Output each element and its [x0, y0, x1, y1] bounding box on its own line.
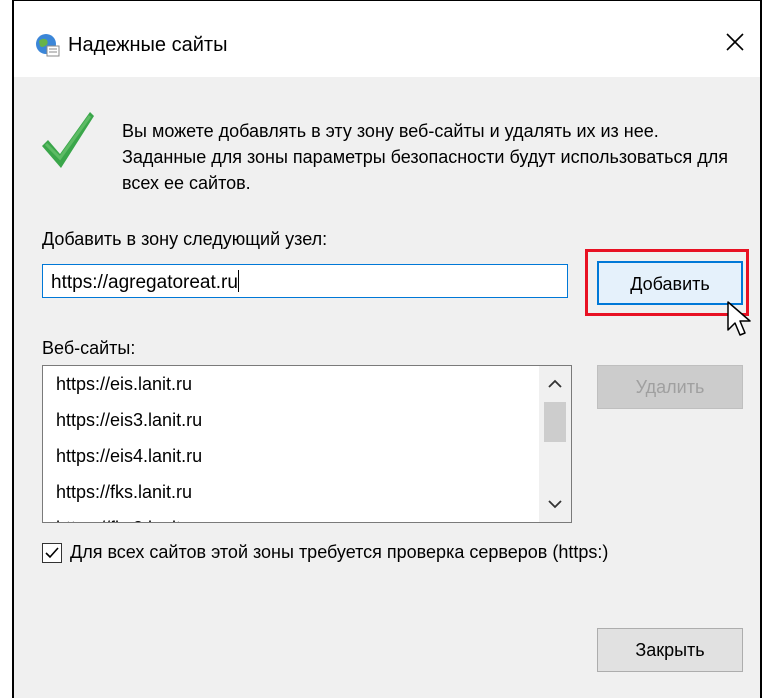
checkmark-icon [45, 546, 59, 558]
websites-list[interactable]: https://eis.lanit.ru https://eis3.lanit.… [42, 365, 572, 523]
window-title: Надежные сайты [68, 34, 228, 56]
websites-label: Веб-сайты: [42, 338, 136, 358]
add-site-input[interactable]: https://agregatoreat.ru [42, 264, 568, 298]
mouse-pointer-icon [727, 301, 751, 336]
scroll-up-icon[interactable] [539, 370, 571, 398]
https-checkbox-label: Для всех сайтов этой зоны требуется пров… [70, 542, 609, 562]
close-button[interactable]: Закрыть [597, 628, 743, 672]
scroll-thumb[interactable] [544, 402, 566, 442]
add-site-input-value: https://agregatoreat.ru [51, 272, 238, 293]
https-checkbox[interactable] [42, 542, 62, 563]
close-icon[interactable] [720, 27, 750, 57]
text-caret [237, 270, 239, 292]
https-check-row[interactable]: Для всех сайтов этой зоны требуется пров… [42, 542, 608, 563]
list-item[interactable]: https://eis3.lanit.ru [43, 402, 539, 438]
title-bar: Надежные сайты [14, 1, 760, 77]
add-button[interactable]: Добавить [597, 261, 743, 305]
scroll-down-icon[interactable] [539, 490, 571, 518]
list-item[interactable]: https://fks2.lanit.ru [43, 510, 539, 522]
info-text: Вы можете добавлять в эту зону веб-сайты… [122, 121, 728, 193]
list-scrollbar[interactable] [539, 366, 571, 522]
list-item[interactable]: https://fks.lanit.ru [43, 474, 539, 510]
list-item[interactable]: https://eis4.lanit.ru [43, 438, 539, 474]
list-item[interactable]: https://eis.lanit.ru [43, 366, 539, 402]
green-check-icon [42, 112, 94, 168]
ie-globe-icon [36, 34, 60, 57]
remove-button[interactable]: Удалить [597, 365, 743, 409]
websites-list-items: https://eis.lanit.ru https://eis3.lanit.… [43, 366, 539, 522]
add-zone-label: Добавить в зону следующий узел: [42, 229, 328, 249]
